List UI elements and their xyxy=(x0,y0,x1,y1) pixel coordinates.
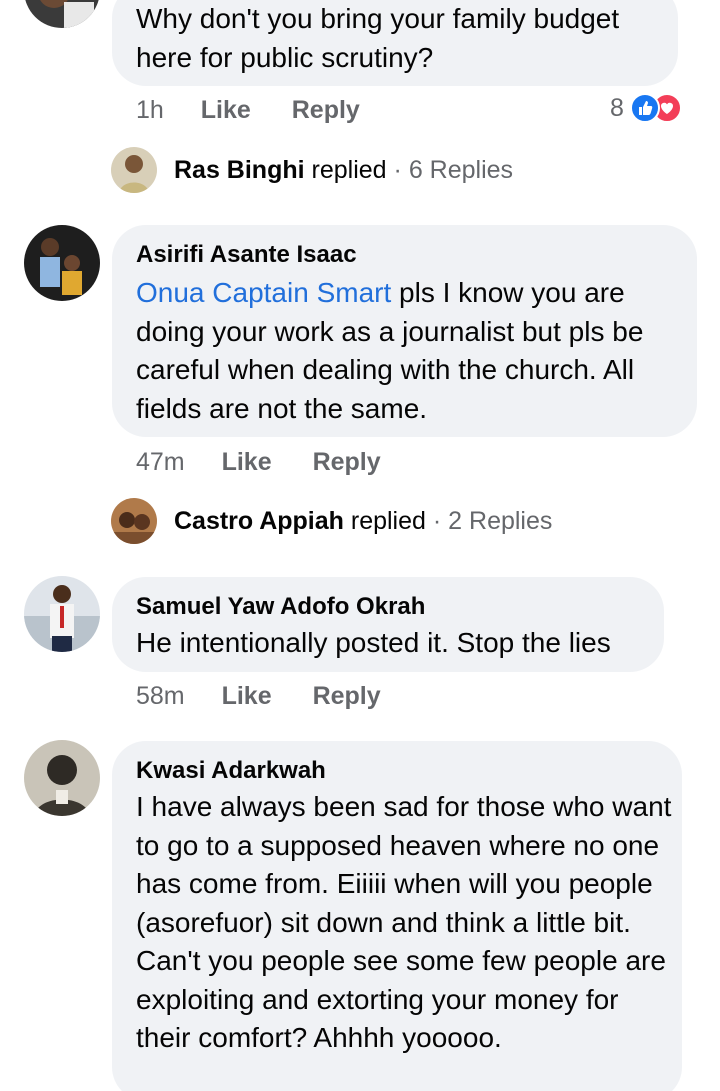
like-button[interactable]: Like xyxy=(222,448,272,477)
comment-text: Why don't you bring your family budget h… xyxy=(136,3,620,73)
commenter-avatar[interactable] xyxy=(24,225,100,301)
reply-button[interactable]: Reply xyxy=(313,682,381,711)
like-button[interactable]: Like xyxy=(222,682,272,711)
comment-author[interactable]: Samuel Yaw Adofo Okrah xyxy=(136,593,425,621)
replies-count[interactable]: · 6 Replies xyxy=(394,156,514,184)
comment-text: Onua Captain Smart pls I know you are do… xyxy=(136,274,686,428)
reaction-summary[interactable]: 8 xyxy=(610,93,682,123)
replier-avatar[interactable] xyxy=(111,498,157,544)
comment-timestamp: 47m xyxy=(136,448,185,476)
comment-text: He intentionally posted it. Stop the lie… xyxy=(136,627,611,658)
comment-actions: 47m Like Reply xyxy=(136,448,381,477)
comment-bubble: Samuel Yaw Adofo Okrah He intentionally … xyxy=(112,577,664,672)
replier-name[interactable]: Castro Appiah xyxy=(174,507,344,535)
reply-button[interactable]: Reply xyxy=(313,448,381,477)
reply-button[interactable]: Reply xyxy=(292,96,360,125)
comment-actions: 1h Like Reply xyxy=(136,96,360,125)
comment-text: I have always been sad for those who wan… xyxy=(136,791,672,1053)
view-replies-link[interactable]: Castro Appiah replied · 2 Replies xyxy=(174,507,552,536)
mention-link[interactable]: Onua Captain Smart xyxy=(136,277,391,308)
commenter-avatar[interactable] xyxy=(24,740,100,816)
replier-avatar[interactable] xyxy=(111,147,157,193)
replied-label: replied xyxy=(311,156,387,184)
comment-timestamp: 1h xyxy=(136,96,164,124)
view-replies-link[interactable]: Ras Binghi replied · 6 Replies xyxy=(174,156,513,185)
like-icon xyxy=(629,93,660,123)
comment-bubble: Asirifi Asante Isaac Onua Captain Smart … xyxy=(112,225,697,437)
comment-bubble: Why don't you bring your family budget h… xyxy=(112,0,678,86)
replied-label: replied xyxy=(350,507,426,535)
comment-author[interactable]: Kwasi Adarkwah xyxy=(136,757,326,785)
reaction-count: 8 xyxy=(610,93,624,122)
replies-count[interactable]: · 2 Replies xyxy=(433,507,553,535)
replier-name[interactable]: Ras Binghi xyxy=(174,156,305,184)
comment-timestamp: 58m xyxy=(136,682,185,710)
comment-bubble: Kwasi Adarkwah I have always been sad fo… xyxy=(112,741,682,1091)
like-button[interactable]: Like xyxy=(201,96,251,125)
comment-actions: 58m Like Reply xyxy=(136,682,381,711)
commenter-avatar[interactable] xyxy=(24,576,100,652)
comment-author[interactable]: Asirifi Asante Isaac xyxy=(136,241,357,269)
commenter-avatar[interactable] xyxy=(24,0,100,28)
